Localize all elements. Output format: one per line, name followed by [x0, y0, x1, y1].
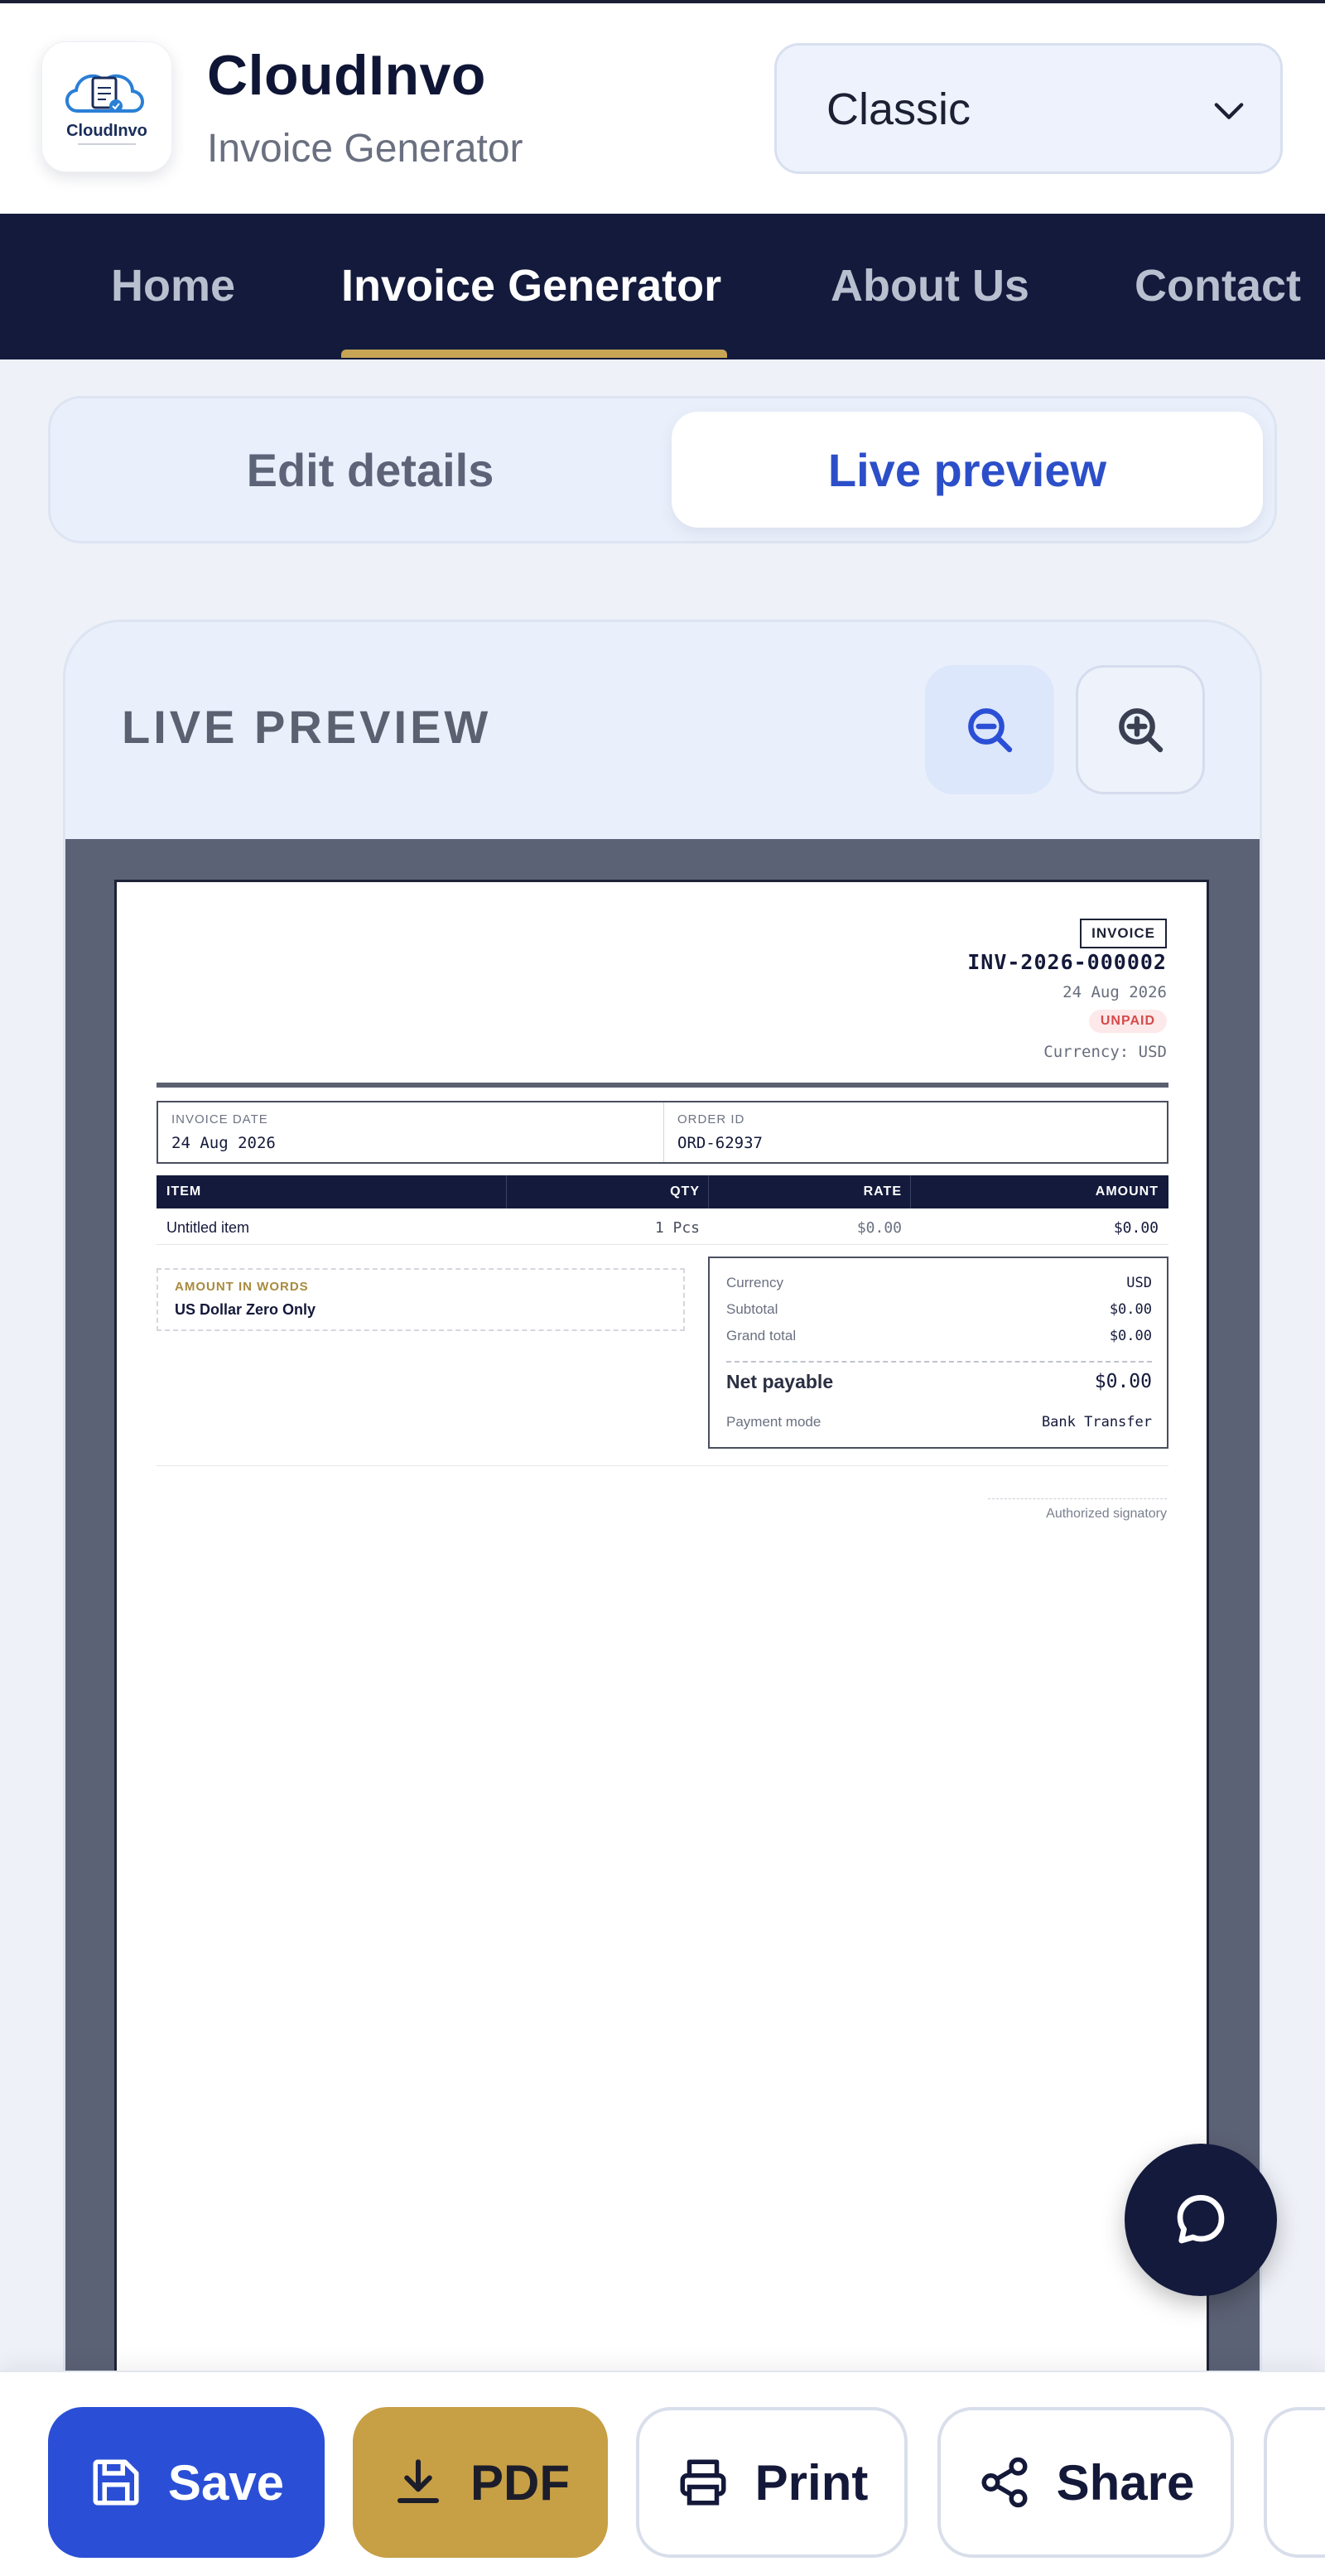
col-qty: QTY — [670, 1184, 700, 1199]
grand-total-value: $0.00 — [1109, 1328, 1152, 1344]
zoom-in-icon — [1119, 708, 1164, 753]
subtotal-label: Subtotal — [726, 1301, 778, 1317]
chat-button[interactable] — [1125, 2144, 1277, 2296]
col-rate: RATE — [863, 1184, 902, 1199]
nav-active-indicator — [341, 350, 727, 358]
net-payable-row: Net payable $0.00 — [726, 1371, 1152, 1393]
brand-logo[interactable]: CloudInvo — [41, 41, 172, 172]
grand-total-row: Grand total $0.00 — [726, 1328, 1152, 1344]
invoice-document: INVOICE INV-2026-000002 24 Aug 2026 UNPA… — [114, 880, 1209, 2576]
chat-bubble-icon — [1177, 2195, 1225, 2244]
signature-line — [988, 1498, 1167, 1499]
amount-in-words-value: US Dollar Zero Only — [175, 1301, 316, 1318]
template-select[interactable]: Classic — [774, 43, 1283, 174]
col-item: ITEM — [166, 1184, 202, 1199]
brand-title: CloudInvo — [207, 44, 486, 107]
invoice-date-label: INVOICE DATE — [171, 1112, 268, 1126]
footer-divider — [157, 1465, 1168, 1466]
nav-about-us[interactable]: About Us — [831, 260, 1029, 311]
save-icon — [93, 2459, 139, 2506]
brand-subtitle: Invoice Generator — [207, 127, 523, 171]
zoom-out-button[interactable] — [925, 665, 1054, 794]
invoice-meta: INVOICE DATE 24 Aug 2026 ORDER ID ORD-62… — [157, 1101, 1168, 1164]
payment-mode-label: Payment mode — [726, 1414, 822, 1430]
col-amount: AMOUNT — [1095, 1184, 1159, 1199]
printer-icon — [680, 2459, 726, 2506]
pdf-button[interactable]: PDF — [353, 2407, 608, 2558]
invoice-date-cell: INVOICE DATE 24 Aug 2026 — [158, 1102, 663, 1162]
preview-title: LIVE PREVIEW — [122, 701, 492, 753]
row-amount: $0.00 — [1113, 1219, 1159, 1237]
order-id-label: ORDER ID — [677, 1112, 745, 1126]
nav-contact[interactable]: Contact — [1135, 260, 1301, 311]
grand-total-label: Grand total — [726, 1328, 797, 1343]
row-item: Untitled item — [166, 1219, 250, 1236]
net-payable-label: Net payable — [726, 1371, 834, 1392]
cloud-invoice-logo-icon: CloudInvo — [65, 74, 147, 145]
zoom-out-icon — [968, 708, 1013, 753]
pdf-label: PDF — [470, 2454, 570, 2511]
main-nav: Home Invoice Generator About Us Contact — [0, 214, 1325, 359]
payment-mode-value: Bank Transfer — [1041, 1414, 1152, 1430]
chevron-down-icon — [1214, 103, 1244, 119]
invoice-header-date: 24 Aug 2026 — [1062, 983, 1167, 1001]
invoice-date-value: 24 Aug 2026 — [171, 1134, 276, 1152]
more-actions-button[interactable] — [1264, 2407, 1325, 2558]
invoice-number: INV-2026-000002 — [967, 950, 1167, 974]
nav-invoice-generator[interactable]: Invoice Generator — [341, 260, 721, 311]
share-label: Share — [1056, 2454, 1195, 2511]
payment-mode-row: Payment mode Bank Transfer — [726, 1414, 1152, 1430]
template-select-value: Classic — [826, 84, 971, 134]
live-preview-tab[interactable]: Live preview — [672, 412, 1263, 528]
share-button[interactable]: Share — [937, 2407, 1234, 2558]
app-header: CloudInvo CloudInvo Invoice Generator Cl… — [0, 3, 1325, 214]
amount-in-words-label: AMOUNT IN WORDS — [175, 1280, 309, 1294]
header-divider — [157, 1083, 1168, 1088]
totals-divider — [726, 1361, 1152, 1363]
view-toggle: Edit details Live preview — [48, 396, 1277, 543]
totals-box: Currency USD Subtotal $0.00 Grand total … — [708, 1257, 1168, 1449]
edit-details-tab[interactable]: Edit details — [64, 412, 677, 528]
totals-currency-value: USD — [1126, 1275, 1152, 1291]
zoom-in-button[interactable] — [1076, 665, 1205, 794]
net-payable-value: $0.00 — [1094, 1371, 1152, 1392]
subtotal-value: $0.00 — [1109, 1301, 1152, 1318]
nav-home[interactable]: Home — [111, 260, 235, 311]
print-label: Print — [754, 2454, 869, 2511]
amount-in-words: AMOUNT IN WORDS US Dollar Zero Only — [157, 1268, 685, 1331]
invoice-currency: Currency: USD — [1043, 1043, 1167, 1061]
print-button[interactable]: Print — [636, 2407, 908, 2558]
save-label: Save — [167, 2454, 285, 2511]
logo-wordmark: CloudInvo — [66, 122, 147, 140]
action-toolbar: Save PDF Print Share — [0, 2371, 1325, 2576]
totals-currency-row: Currency USD — [726, 1275, 1152, 1291]
totals-currency-label: Currency — [726, 1275, 783, 1290]
save-button[interactable]: Save — [48, 2407, 325, 2558]
share-icon — [981, 2457, 1028, 2508]
invoice-tag: INVOICE — [1080, 919, 1167, 948]
order-id-value: ORD-62937 — [677, 1134, 763, 1152]
signature-label: Authorized signatory — [1046, 1507, 1167, 1521]
table-row: Untitled item 1 Pcs $0.00 $0.00 — [157, 1212, 1168, 1245]
status-badge: UNPAID — [1088, 1010, 1167, 1033]
row-qty: 1 Pcs — [654, 1219, 700, 1237]
items-table-header: ITEM QTY RATE AMOUNT — [157, 1175, 1168, 1208]
subtotal-row: Subtotal $0.00 — [726, 1301, 1152, 1318]
row-rate: $0.00 — [856, 1219, 902, 1237]
download-icon — [397, 2459, 440, 2504]
order-id-cell: ORDER ID ORD-62937 — [663, 1102, 1168, 1162]
